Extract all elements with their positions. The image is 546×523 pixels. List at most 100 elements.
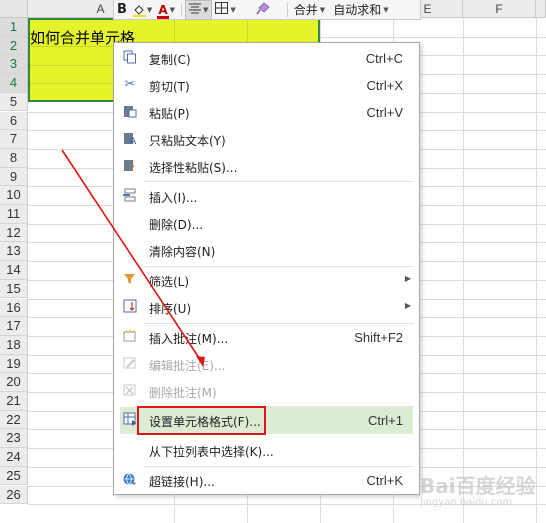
menu-item-label: 粘贴(P) (149, 107, 190, 121)
menu-item-copy[interactable]: 复制(C) Ctrl+C (120, 45, 413, 72)
format-painter-icon (256, 1, 270, 18)
fill-color-icon (132, 4, 146, 17)
row-header-9[interactable]: 9 (0, 167, 28, 187)
watermark-text: Bai百度经验 (420, 474, 536, 498)
delete-comment-icon (122, 383, 138, 399)
chevron-down-icon: ▼ (319, 5, 326, 14)
row-header-18[interactable]: 18 (0, 335, 28, 355)
autosum-button[interactable]: 自动求和 ▼ (330, 1, 391, 19)
edit-comment-icon (122, 356, 138, 372)
row-header-6[interactable]: 6 (0, 111, 28, 131)
menu-item-label: 筛选(L) (149, 275, 190, 289)
format-painter-button[interactable] (253, 1, 273, 19)
mini-toolbar: B ▼ A ▼ ▼ ▼ 合并 ▼ 自动求和 ▼ (113, 0, 421, 20)
menu-item-label: 剪切(T) (149, 80, 190, 94)
row-header-15[interactable]: 15 (0, 279, 28, 299)
filter-icon (122, 272, 138, 288)
chevron-down-icon: ▼ (203, 5, 209, 14)
row-header-22[interactable]: 22 (0, 410, 28, 430)
border-icon (215, 2, 229, 17)
row-header-24[interactable]: 24 (0, 448, 28, 467)
menu-item-label: 编辑批注(E)... (149, 359, 226, 373)
insert-icon (122, 188, 138, 204)
menu-item-paste-special[interactable]: ? 选择性粘贴(S)... (120, 153, 413, 180)
column-header-g[interactable] (536, 0, 546, 18)
menu-item-label: 插入(I)... (149, 191, 198, 205)
row-header-16[interactable]: 16 (0, 298, 28, 318)
menu-item-label: 删除批注(M) (149, 386, 217, 400)
paste-icon (122, 104, 138, 120)
column-header-f[interactable]: F (463, 0, 536, 18)
menu-separator (144, 181, 414, 182)
row-header-19[interactable]: 19 (0, 354, 28, 374)
insert-comment-icon (122, 329, 138, 345)
fill-color-button[interactable]: ▼ (130, 1, 155, 19)
row-header-20[interactable]: 20 (0, 373, 28, 392)
row-header-26[interactable]: 26 (0, 485, 28, 505)
menu-item-insert-comment[interactable]: 插入批注(M)... Shift+F2 (120, 324, 413, 351)
submenu-arrow-icon: ▶ (404, 274, 411, 283)
toolbar-divider (181, 2, 182, 17)
row-header-8[interactable]: 8 (0, 148, 28, 168)
align-button[interactable]: ▼ (185, 0, 213, 20)
menu-item-label: 清除内容(N) (149, 245, 216, 259)
toolbar-divider (286, 2, 288, 17)
menu-item-label: 只粘贴文本(Y) (149, 134, 226, 148)
annotation-highlight-box (137, 406, 266, 435)
chevron-down-icon: ▼ (169, 5, 175, 14)
row-header-1[interactable]: 1 (0, 18, 28, 37)
menu-item-hyperlink[interactable]: 超链接(H)... Ctrl+K (120, 467, 413, 494)
row-header-4[interactable]: 4 (0, 74, 28, 93)
menu-item-edit-comment: 编辑批注(E)... (120, 351, 413, 378)
row-header-21[interactable]: 21 (0, 392, 28, 411)
menu-item-paste[interactable]: 粘贴(P) Ctrl+V (120, 99, 413, 126)
menu-item-insert[interactable]: 插入(I)... (120, 183, 413, 210)
menu-item-shortcut: Ctrl+V (366, 105, 403, 120)
watermark-subtext: jingyan.baidu.com (420, 497, 513, 508)
select-all-corner[interactable] (0, 0, 28, 18)
menu-item-shortcut: Shift+F2 (354, 330, 403, 345)
align-center-icon (189, 3, 201, 17)
menu-item-label: 复制(C) (149, 53, 191, 67)
menu-item-paste-text-only[interactable]: A 只粘贴文本(Y) (120, 126, 413, 153)
menu-item-shortcut: Ctrl+C (365, 51, 403, 66)
merge-label: 合并 (293, 3, 318, 17)
svg-text:A: A (130, 137, 137, 145)
border-button[interactable]: ▼ (212, 1, 238, 19)
row-header-5[interactable]: 5 (0, 92, 28, 112)
row-header-10[interactable]: 10 (0, 186, 28, 205)
merge-button[interactable]: 合并 ▼ (291, 1, 328, 19)
row-header-11[interactable]: 11 (0, 205, 28, 224)
menu-item-clear-contents[interactable]: 清除内容(N) (120, 237, 413, 264)
row-header-23[interactable]: 23 (0, 429, 28, 449)
watermark: Bai百度经验 jingyan.baidu.com (420, 470, 536, 508)
menu-item-cut[interactable]: ✂ 剪切(T) Ctrl+X (120, 72, 413, 99)
row-header-25[interactable]: 25 (0, 466, 28, 486)
hyperlink-icon (122, 472, 138, 488)
menu-item-sort[interactable]: 排序(U) ▶ (120, 294, 413, 321)
bold-button[interactable]: B (114, 1, 130, 19)
menu-item-shortcut: Ctrl+1 (367, 413, 403, 428)
submenu-arrow-icon: ▶ (404, 301, 411, 310)
font-color-icon: A (157, 2, 169, 19)
sort-icon (122, 299, 138, 315)
row-header-3[interactable]: 3 (0, 55, 28, 75)
menu-item-pick-from-list[interactable]: 从下拉列表中选择(K)... (120, 437, 413, 464)
row-header-7[interactable]: 7 (0, 130, 28, 149)
row-header-12[interactable]: 12 (0, 223, 28, 243)
menu-item-label: 从下拉列表中选择(K)... (149, 445, 274, 459)
row-header-17[interactable]: 17 (0, 317, 28, 336)
menu-item-delete-comment: 删除批注(M) (120, 378, 413, 405)
menu-item-shortcut: Ctrl+X (366, 78, 403, 93)
menu-item-filter[interactable]: 筛选(L) ▶ (120, 267, 413, 294)
menu-item-label: 删除(D)... (149, 218, 204, 232)
menu-item-delete[interactable]: 删除(D)... (120, 210, 413, 237)
font-color-button[interactable]: A ▼ (155, 1, 178, 19)
row-header-14[interactable]: 14 (0, 261, 28, 280)
row-header-2[interactable]: 2 (0, 36, 28, 56)
copy-icon (122, 50, 138, 66)
chevron-down-icon: ▼ (230, 5, 236, 14)
paste-text-icon: A (122, 131, 138, 147)
row-header-13[interactable]: 13 (0, 242, 28, 262)
svg-text:?: ? (130, 164, 135, 172)
